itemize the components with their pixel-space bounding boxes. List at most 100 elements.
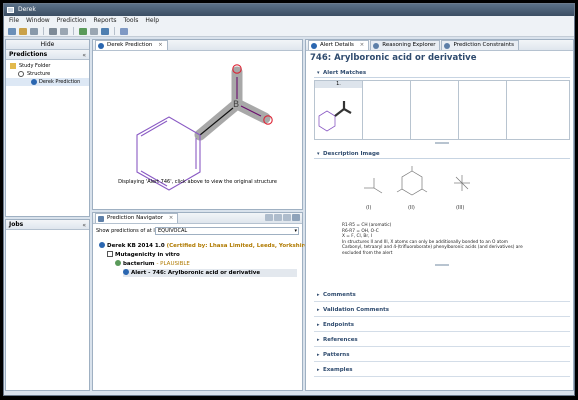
section-header[interactable]: ▸ Validation Comments [314,304,570,317]
match-cell[interactable]: 1. [315,81,363,139]
menu-tools[interactable]: Tools [124,16,139,26]
tab-derek-prediction[interactable]: Derek Prediction × [95,40,168,50]
hide-bar[interactable]: Hide [6,40,89,50]
structure-caption: Displaying 'Alert 746', click above to v… [118,179,277,185]
section-title: Examples [323,367,353,373]
section-references[interactable]: ▸ References [314,334,570,347]
match-index: 1. [315,81,362,88]
close-icon[interactable]: × [158,42,163,48]
section-header[interactable]: ▸ Examples [314,364,570,377]
jobs-header: Jobs « [6,220,89,230]
bond-lines [199,107,234,136]
close-icon[interactable]: × [169,215,174,221]
section-comments[interactable]: ▸ Comments [314,289,570,302]
menu-prediction[interactable]: Prediction [57,16,87,26]
threshold-select[interactable]: EQUIVOCAL ▾ [155,227,299,235]
save-icon[interactable] [30,27,38,35]
nav-item-knowledge-base[interactable]: Derek KB 2014 1.0 (Certified by: Lhasa L… [99,242,323,250]
section-endpoints[interactable]: ▸ Endpoints [314,319,570,332]
tab-label: Reasoning Explorer [382,42,436,48]
alert-details-panel: Alert Details × Reasoning Explorer Predi… [305,39,574,391]
section-header[interactable]: ▸ Comments [314,289,570,302]
section-validation-comments[interactable]: ▸ Validation Comments [314,304,570,317]
dropdown-icon[interactable] [60,27,68,35]
description-line: excluded from the alert [342,250,393,256]
tree-item-label: Derek Prediction [39,79,81,85]
tab-alert-details[interactable]: Alert Details × [308,40,370,50]
section-title: Comments [323,292,356,298]
close-icon[interactable]: × [360,42,365,48]
toolbar-divider [73,27,74,35]
match-cell-empty [459,81,507,139]
print-icon[interactable] [49,27,57,35]
toolbar [4,26,574,37]
scroll-handle[interactable] [435,142,449,144]
molecule-structure[interactable]: B [93,52,302,197]
knowledge-base-icon [99,242,105,248]
tab-reasoning-explorer[interactable]: Reasoning Explorer [370,40,441,50]
filter-icon[interactable] [283,214,291,221]
tab-label: Alert Details [320,42,354,48]
tab-prediction-navigator[interactable]: Prediction Navigator × [95,213,179,223]
alert-heading: 746: Arylboronic acid or derivative [310,53,477,63]
menu-window[interactable]: Window [26,16,50,26]
link-icon[interactable] [292,214,300,221]
collapsed-arrow-icon: ▸ [317,322,320,328]
toolbar-divider [114,27,115,35]
navigator-icon [98,216,104,222]
structure-panel: Derek Prediction × B Displaying 'Alert 7… [92,39,303,210]
app-window: Derek File Window Prediction Reports Too… [3,3,575,396]
expanded-arrow-icon: ▾ [317,151,320,157]
run-prediction-icon[interactable] [79,27,87,35]
menu-reports[interactable]: Reports [94,16,117,26]
run-options-icon[interactable] [90,27,98,35]
window-title: Derek [18,6,36,13]
diagram-label-i: (I) [366,205,371,211]
hide-label[interactable]: Hide [6,40,89,49]
tree-item-derek-prediction[interactable]: Derek Prediction [6,78,89,86]
validate-icon[interactable] [101,27,109,35]
app-icon [7,7,14,13]
alert-matches-header[interactable]: ▾ Alert Matches [314,69,570,78]
menu-help[interactable]: Help [145,16,159,26]
diagram-label-ii: (II) [408,205,415,211]
title-bar: Derek [4,4,574,16]
nav-item-alert[interactable]: Alert - 746: Arylboronic acid or derivat… [123,269,297,277]
scroll-handle[interactable] [435,263,449,266]
species-icon [115,260,121,266]
predictions-header: Predictions « [6,50,89,60]
minimize-icon[interactable]: « [82,221,86,230]
new-icon[interactable] [8,27,16,35]
section-header[interactable]: ▸ Endpoints [314,319,570,332]
section-header[interactable]: ▸ Patterns [314,349,570,362]
description-diagram: (I) (II) (III) [364,166,470,211]
minimize-icon[interactable]: « [82,51,86,60]
tab-prediction-constraints[interactable]: Prediction Constraints [441,40,519,50]
section-patterns[interactable]: ▸ Patterns [314,349,570,362]
structure-tabbar: Derek Prediction × [93,40,302,51]
nav-item-endpoint[interactable]: Mutagenicity in vitro [107,251,180,259]
constraints-icon [444,43,451,49]
collapse-all-icon[interactable] [274,214,282,221]
description-image-section: ▾ Description Image (I) (II) (III) R1-R5… [314,150,570,266]
menu-file[interactable]: File [9,16,19,26]
collapsed-arrow-icon: ▸ [317,292,320,298]
section-header[interactable]: ▸ References [314,334,570,347]
description-image-header[interactable]: ▾ Description Image [314,150,570,159]
description-text: R1-R5 = CH (aromatic) R6-R7 = OH, O-C X … [314,223,570,257]
expand-all-icon[interactable] [265,214,273,221]
tree-item-label: Structure [27,71,51,77]
menu-bar: File Window Prediction Reports Tools Hel… [4,16,574,26]
nav-item-species[interactable]: bacterium - PLAUSIBLE [115,260,190,268]
tree-item-study-folder[interactable]: Study Folder [6,62,89,70]
section-title: References [323,337,358,343]
chevron-down-icon: ▾ [294,228,297,234]
tree-item-structure[interactable]: Structure [6,70,89,78]
section-title: Endpoints [323,322,355,328]
report-icon[interactable] [120,27,128,35]
tab-label: Prediction Constraints [453,42,514,48]
tab-label: Derek Prediction [107,42,153,48]
collapsed-arrow-icon: ▸ [317,307,320,313]
section-examples[interactable]: ▸ Examples [314,364,570,377]
open-folder-icon[interactable] [19,27,27,35]
